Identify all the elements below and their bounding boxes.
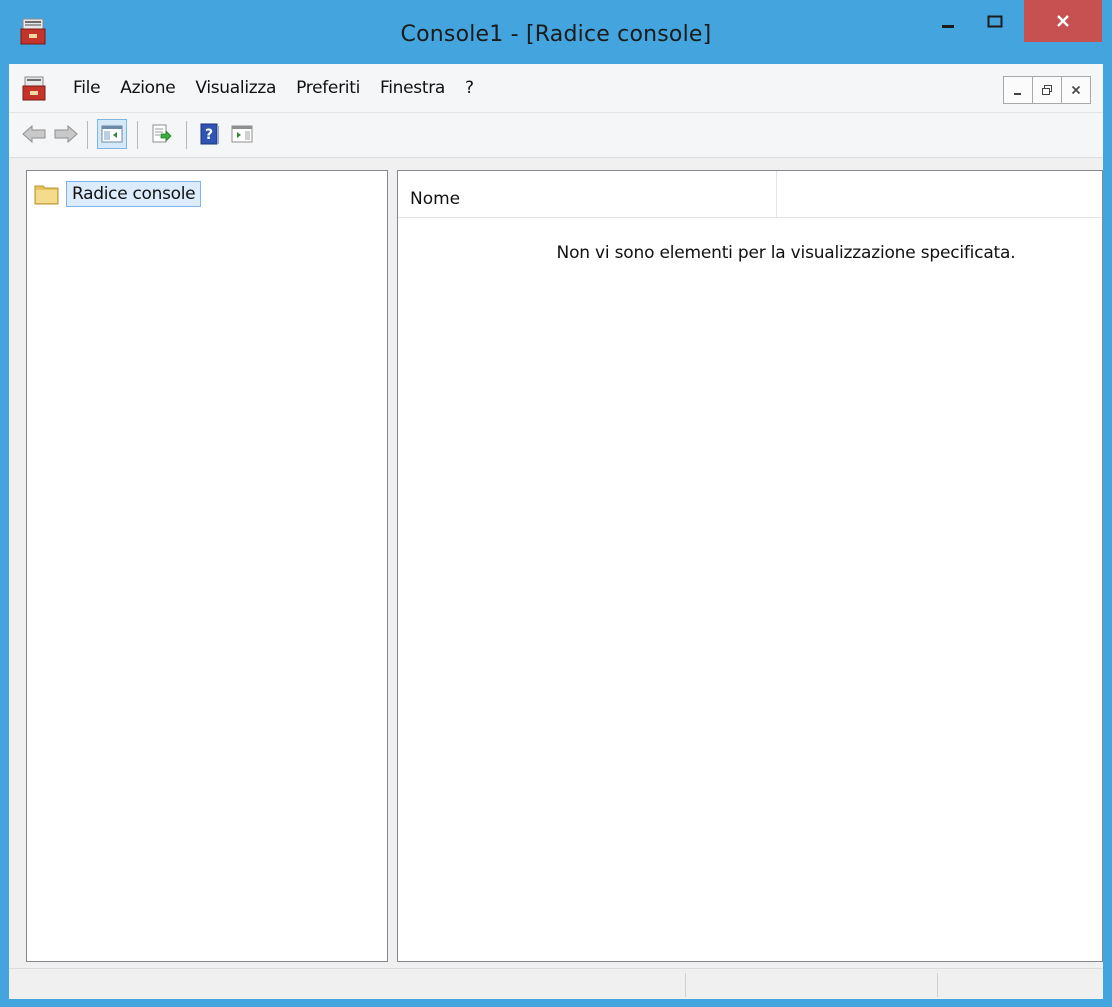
minimize-icon bbox=[1014, 93, 1021, 95]
title-bar[interactable]: Console1 - [Radice console] bbox=[0, 0, 1112, 64]
back-button[interactable] bbox=[19, 119, 49, 149]
menu-finestra[interactable]: Finestra bbox=[370, 64, 455, 112]
client-area: File Azione Visualizza Preferiti Finestr… bbox=[9, 64, 1103, 999]
status-bar bbox=[9, 968, 1103, 999]
tree-node-label[interactable]: Radice console bbox=[66, 181, 202, 207]
menu-visualizza[interactable]: Visualizza bbox=[185, 64, 286, 112]
show-hide-action-pane-icon bbox=[231, 125, 253, 143]
menu-azione[interactable]: Azione bbox=[110, 64, 185, 112]
export-list-icon bbox=[152, 124, 172, 143]
console-tree-pane[interactable]: Radice console bbox=[26, 170, 388, 962]
column-header-nome[interactable]: Nome bbox=[398, 171, 777, 217]
child-minimize-button[interactable] bbox=[1003, 76, 1033, 104]
help-button[interactable]: ? bbox=[195, 119, 225, 149]
status-divider bbox=[937, 973, 938, 997]
menu-file[interactable]: File bbox=[69, 64, 110, 112]
help-icon: ? bbox=[200, 123, 219, 145]
menu-bar: File Azione Visualizza Preferiti Finestr… bbox=[9, 64, 1103, 113]
show-hide-console-tree-icon bbox=[101, 125, 123, 143]
toolbar-separator bbox=[87, 121, 88, 149]
console-system-menu-icon[interactable] bbox=[22, 76, 46, 102]
show-hide-action-pane-button[interactable] bbox=[227, 119, 257, 149]
show-hide-tree-button[interactable] bbox=[97, 119, 127, 149]
list-header: Nome bbox=[398, 171, 1102, 218]
toolbar-separator bbox=[186, 121, 187, 149]
forward-arrow-icon bbox=[54, 124, 78, 144]
maximize-button[interactable] bbox=[965, 0, 1025, 42]
toolbar: ? bbox=[9, 113, 1103, 158]
menu-help[interactable]: ? bbox=[455, 64, 484, 112]
toolbar-separator bbox=[137, 121, 138, 149]
maximize-icon bbox=[987, 15, 1003, 28]
child-window-controls bbox=[1003, 76, 1091, 104]
restore-icon bbox=[1042, 85, 1052, 95]
results-pane[interactable]: Nome Non vi sono elementi per la visuali… bbox=[397, 170, 1103, 962]
forward-button[interactable] bbox=[51, 119, 81, 149]
tree-node-root[interactable]: Radice console bbox=[34, 178, 202, 210]
status-divider bbox=[685, 973, 686, 997]
export-list-button[interactable] bbox=[146, 119, 176, 149]
menu-preferiti[interactable]: Preferiti bbox=[286, 64, 370, 112]
close-icon bbox=[1071, 85, 1081, 95]
svg-text:?: ? bbox=[205, 127, 213, 143]
close-button[interactable] bbox=[1024, 0, 1102, 42]
child-close-button[interactable] bbox=[1061, 76, 1091, 104]
mmc-window: Console1 - [Radice console] File Azione … bbox=[0, 0, 1112, 1007]
empty-list-message: Non vi sono elementi per la visualizzazi… bbox=[556, 243, 1016, 263]
back-arrow-icon bbox=[22, 124, 46, 144]
child-restore-button[interactable] bbox=[1032, 76, 1062, 104]
minimize-icon bbox=[942, 25, 954, 28]
close-icon bbox=[1057, 15, 1069, 27]
folder-icon bbox=[34, 185, 59, 205]
